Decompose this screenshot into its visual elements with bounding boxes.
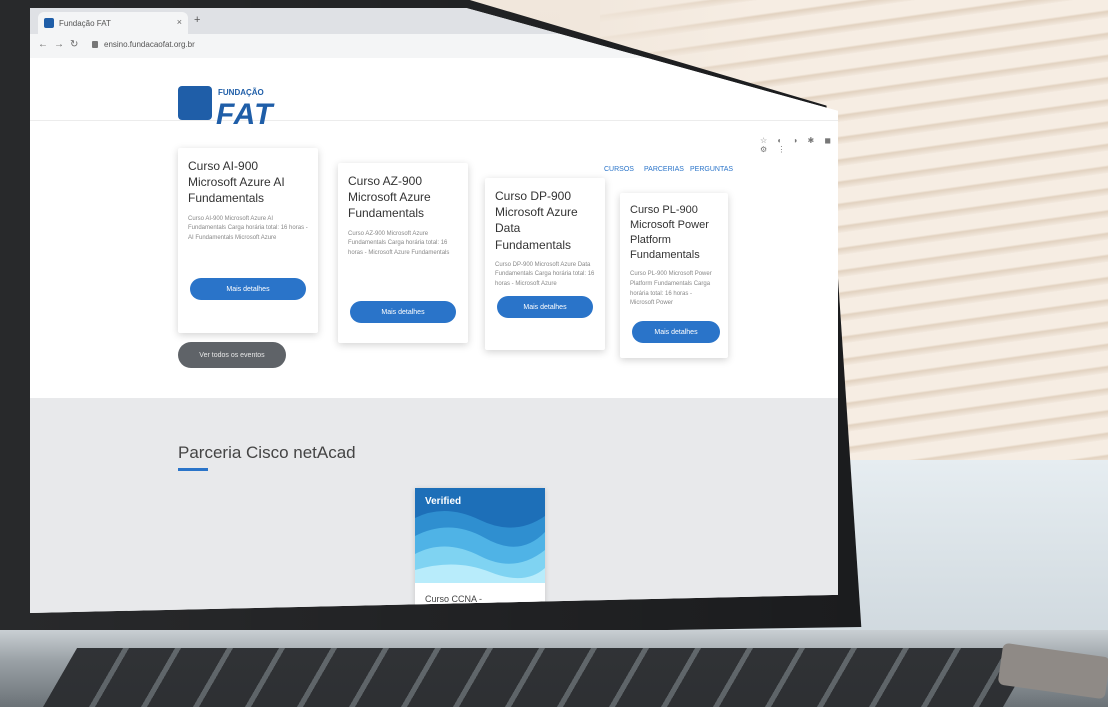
see-all-events-button[interactable]: Ver todos os eventos — [178, 342, 286, 368]
logo-subtitle: FUNDAÇÃO — [218, 88, 264, 97]
browser-toolbar-icons[interactable]: ☆ ◐ ◑ ✱ ◼ ⚙ ⋮ — [760, 136, 838, 154]
course-description: Curso PL-900 Microsoft Power Platform Fu… — [630, 271, 712, 307]
nav-perguntas[interactable]: PERGUNTAS — [690, 166, 733, 173]
tab-title: Fundação FAT — [59, 18, 111, 28]
laptop-screen: Fundação FAT × + ← → ↻ ensino.fundacaofa… — [30, 8, 838, 613]
course-description: Curso AI-900 Microsoft Azure AI Fundamen… — [188, 215, 308, 241]
course-description: Curso DP-900 Microsoft Azure Data Fundam… — [495, 261, 595, 287]
details-button[interactable]: Mais detalhes — [350, 301, 456, 323]
forward-icon[interactable]: → — [54, 39, 64, 50]
tab-favicon-icon — [44, 18, 54, 28]
course-title: Curso AI-900 Microsoft Azure AI Fundamen… — [188, 159, 285, 206]
lock-icon — [92, 41, 98, 48]
course-card: Curso PL-900 Microsoft Power Platform Fu… — [620, 193, 728, 358]
new-tab-icon[interactable]: + — [194, 14, 200, 26]
nav-parcerias[interactable]: PARCERIAS — [644, 166, 684, 173]
details-button[interactable]: Mais detalhes — [497, 296, 593, 318]
course-description: Curso AZ-900 Microsoft Azure Fundamental… — [348, 230, 450, 256]
tab-close-icon[interactable]: × — [177, 17, 182, 27]
course-card: Curso DP-900 Microsoft Azure Data Fundam… — [485, 178, 605, 350]
course-title: Curso AZ-900 Microsoft Azure Fundamental… — [348, 174, 431, 221]
course-title: Curso DP-900 Microsoft Azure Data Fundam… — [495, 189, 578, 252]
verified-label: Verified — [425, 496, 462, 507]
course-title: Curso PL-900 Microsoft Power Platform Fu… — [630, 204, 709, 261]
fat-logo-icon[interactable] — [178, 86, 212, 120]
partnership-section: Parceria Cisco netAcad Verified Curso CC… — [30, 398, 838, 613]
back-icon[interactable]: ← — [38, 39, 48, 50]
details-button[interactable]: Mais detalhes — [190, 278, 306, 300]
nav-cursos[interactable]: CURSOS — [604, 166, 634, 173]
url-input[interactable]: ensino.fundacaofat.org.br — [104, 40, 195, 49]
title-underline — [178, 468, 208, 471]
logo-text[interactable]: FAT — [216, 98, 273, 132]
course-card: Curso AI-900 Microsoft Azure AI Fundamen… — [178, 148, 318, 333]
keyboard-keys — [42, 648, 1038, 707]
course-card: Curso AZ-900 Microsoft Azure Fundamental… — [338, 163, 468, 343]
cisco-course-card[interactable]: Verified Curso CCNA - — [415, 488, 545, 613]
section-title: Parceria Cisco netAcad — [178, 443, 356, 462]
reload-icon[interactable]: ↻ — [70, 39, 78, 50]
browser-tab[interactable]: Fundação FAT × — [38, 12, 188, 34]
cisco-course-title: Curso CCNA - — [425, 594, 483, 604]
details-button[interactable]: Mais detalhes — [632, 321, 720, 343]
